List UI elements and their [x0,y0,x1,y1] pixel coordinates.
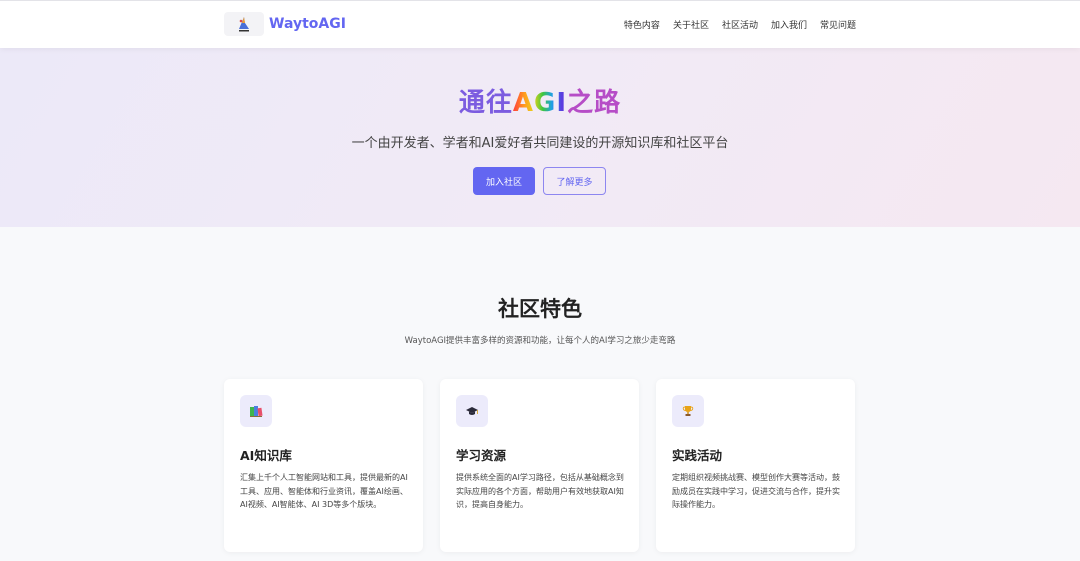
hero-title: 通往AGI之路 [0,82,1080,119]
card-title: AI知识库 [240,448,292,463]
nav-about[interactable]: 关于社区 [673,18,709,31]
brand[interactable]: WaytoAGI [224,12,346,36]
top-navbar: WaytoAGI 特色内容 关于社区 社区活动 加入我们 常见问题 [0,0,1080,48]
nav-events[interactable]: 社区活动 [722,18,758,31]
feature-card-practice: 实践活动 定期组织视频挑战赛、模型创作大赛等活动，鼓励成员在实践中学习，促进交流… [656,379,855,552]
hero-title-part-a: 通往 [458,88,513,118]
brand-name: WaytoAGI [269,16,346,32]
hero-subtitle: 一个由开发者、学者和AI爱好者共同建设的开源知识库和社区平台 [351,136,729,151]
trophy-icon [672,395,704,427]
graduation-cap-icon [456,395,488,427]
hero-title-part-c: 之路 [567,88,622,118]
card-text: 定期组织视频挑战赛、模型创作大赛等活动，鼓励成员在实践中学习，促进交流与合作，提… [672,473,840,509]
learn-more-button[interactable]: 了解更多 [543,167,606,195]
nav-faq[interactable]: 常见问题 [820,18,856,31]
hero-section: 通往AGI之路 一个由开发者、学者和AI爱好者共同建设的开源知识库和社区平台 加… [0,48,1080,227]
features-section: 社区特色 WaytoAGI提供丰富多样的资源和功能，让每个人的AI学习之旅少走弯… [0,227,1080,561]
nav-join[interactable]: 加入我们 [771,18,807,31]
card-text: 提供系统全面的AI学习路径，包括从基础概念到实际应用的各个方面，帮助用户有效地获… [456,473,624,509]
features-title: 社区特色 [498,297,582,321]
books-icon [240,395,272,427]
card-title: 实践活动 [672,448,723,463]
feature-card-learning: 学习资源 提供系统全面的AI学习路径，包括从基础概念到实际应用的各个方面，帮助用… [440,379,639,552]
nav-menu: 特色内容 关于社区 社区活动 加入我们 常见问题 [624,18,856,31]
feature-card-knowledge: AI知识库 汇集上千个人工智能网站和工具，提供最新的AI工具、应用、智能体和行业… [224,379,423,552]
nav-features[interactable]: 特色内容 [624,18,660,31]
features-description: WaytoAGI提供丰富多样的资源和功能，让每个人的AI学习之旅少走弯路 [404,336,676,346]
logo [224,12,264,36]
card-text: 汇集上千个人工智能网站和工具，提供最新的AI工具、应用、智能体和行业资讯，覆盖A… [240,473,408,509]
hero-title-part-agi: AGI [512,88,568,118]
card-title: 学习资源 [456,448,507,463]
join-community-button[interactable]: 加入社区 [473,167,535,195]
